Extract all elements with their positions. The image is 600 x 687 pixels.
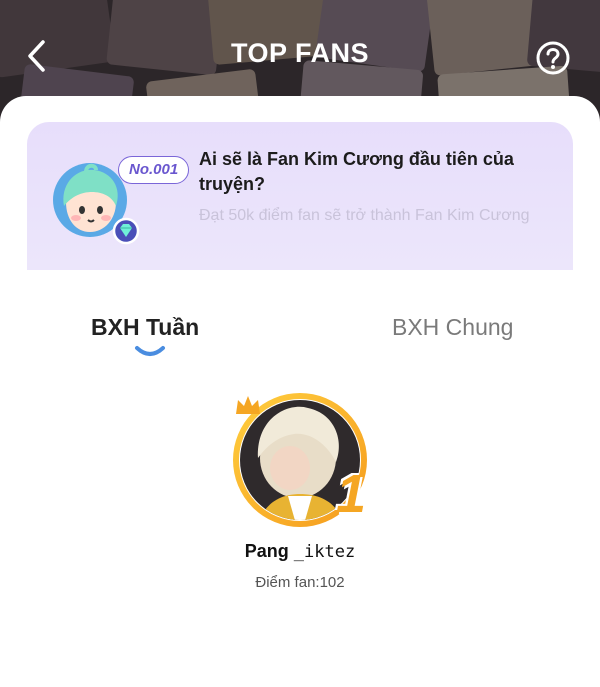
diamond-badge-icon xyxy=(112,217,140,245)
fan-name-text: Pang xyxy=(244,541,294,561)
question-circle-icon xyxy=(536,41,570,75)
help-button[interactable] xyxy=(533,38,573,78)
top-fan-name[interactable]: Pang _iktez xyxy=(0,541,600,562)
banner-description: Đạt 50k điểm fan sẽ trở thành Fan Kim Cư… xyxy=(199,207,530,224)
fan-points: Điểm fan:102 xyxy=(255,574,345,591)
banner-title: Ai sẽ là Fan Kim Cương đầu tiên của truy… xyxy=(199,149,514,194)
tab-general-ranking[interactable]: BXH Chung xyxy=(392,314,513,341)
fan-handle-text: _iktez xyxy=(293,542,356,562)
page-title: TOP FANS xyxy=(230,38,370,68)
top-fan-avatar[interactable]: 1 xyxy=(228,388,378,538)
rank-number: 1 xyxy=(336,464,367,524)
tab-weekly-ranking[interactable]: BXH Tuần xyxy=(91,314,199,341)
rank-badge: No.001 xyxy=(118,156,190,184)
crown-icon xyxy=(236,396,260,414)
top-fans-screen: TOP FANS No.001 Ai sẽ là Fan Kim Cương đ… xyxy=(0,0,600,687)
tab-active-indicator xyxy=(135,346,165,356)
